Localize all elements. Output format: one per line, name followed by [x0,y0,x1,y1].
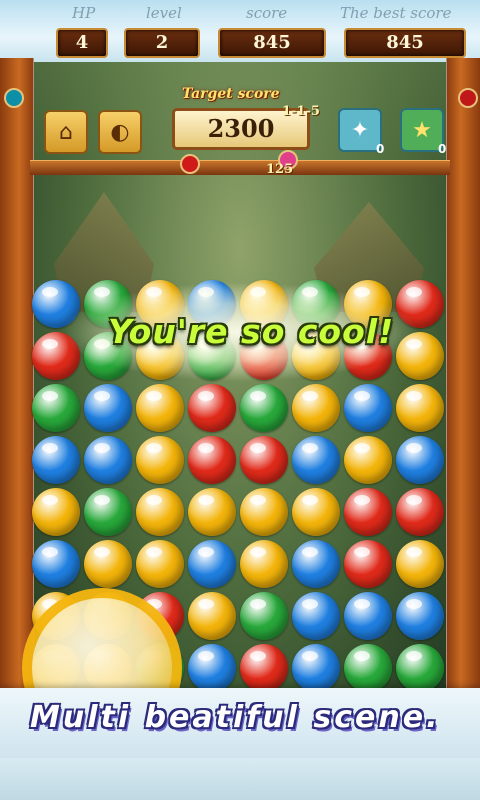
level-value: 2 [124,28,200,58]
blue-bubble[interactable] [188,540,236,588]
rail-count: 125 [266,162,294,177]
blue-bubble[interactable] [344,592,392,640]
red-bubble[interactable] [240,644,288,692]
yellow-bubble[interactable] [292,384,340,432]
score-header: score [246,4,288,22]
red-gem-icon [458,88,478,108]
teal-gem-icon [4,88,24,108]
yellow-bubble[interactable] [396,384,444,432]
yellow-bubble[interactable] [32,488,80,536]
blue-bubble[interactable] [84,436,132,484]
red-bubble[interactable] [344,488,392,536]
home-icon: ⌂ [59,119,73,145]
blue-bubble[interactable] [188,644,236,692]
green-bubble[interactable] [396,644,444,692]
yellow-bubble[interactable] [136,436,184,484]
yellow-bubble[interactable] [84,540,132,588]
bomb-card-icon: ✦ [350,117,370,143]
yellow-bubble[interactable] [344,436,392,484]
bottom-strip [0,758,480,800]
blue-bubble[interactable] [84,384,132,432]
red-bubble[interactable] [188,384,236,432]
star-powerup-count: 0 [438,142,447,156]
green-bubble[interactable] [32,384,80,432]
star-card-icon: ★ [412,117,432,143]
score-bar: HP level score The best score 4 2 845 84… [0,0,480,62]
red-bubble[interactable] [240,436,288,484]
yellow-bubble[interactable] [240,540,288,588]
red-bubble[interactable] [396,488,444,536]
yellow-bubble[interactable] [136,540,184,588]
bomb-powerup-count: 0 [376,142,385,156]
level-header: level [146,4,182,22]
target-score-label: Target score [182,86,280,102]
speaker-icon: ◐ [110,119,130,145]
score-value: 845 [218,28,326,58]
red-bubble[interactable] [344,540,392,588]
yellow-bubble[interactable] [188,488,236,536]
blue-bubble[interactable] [292,592,340,640]
sound-button[interactable]: ◐ [98,110,142,154]
progress-rail [30,160,450,175]
green-bubble[interactable] [240,592,288,640]
blue-bubble[interactable] [32,540,80,588]
praise-message: You're so cool! [108,312,395,351]
blue-bubble[interactable] [344,384,392,432]
blue-bubble[interactable] [292,436,340,484]
red-bubble[interactable] [188,436,236,484]
best-score-header: The best score [340,4,452,22]
hp-header: HP [72,4,96,22]
blue-bubble[interactable] [292,540,340,588]
yellow-bubble[interactable] [136,488,184,536]
blue-bubble[interactable] [396,592,444,640]
blue-bubble[interactable] [292,644,340,692]
hp-value: 4 [56,28,108,58]
green-bubble[interactable] [240,384,288,432]
red-gem-icon [180,154,200,174]
yellow-bubble[interactable] [240,488,288,536]
green-bubble[interactable] [84,488,132,536]
yellow-bubble[interactable] [188,592,236,640]
promo-text: Multi beatiful scene. [30,700,441,735]
yellow-bubble[interactable] [396,540,444,588]
best-score-value: 845 [344,28,466,58]
yellow-bubble[interactable] [292,488,340,536]
blue-bubble[interactable] [32,436,80,484]
home-button[interactable]: ⌂ [44,110,88,154]
yellow-bubble[interactable] [136,384,184,432]
green-bubble[interactable] [344,644,392,692]
level-code: 1-1-5 [282,104,320,119]
blue-bubble[interactable] [396,436,444,484]
